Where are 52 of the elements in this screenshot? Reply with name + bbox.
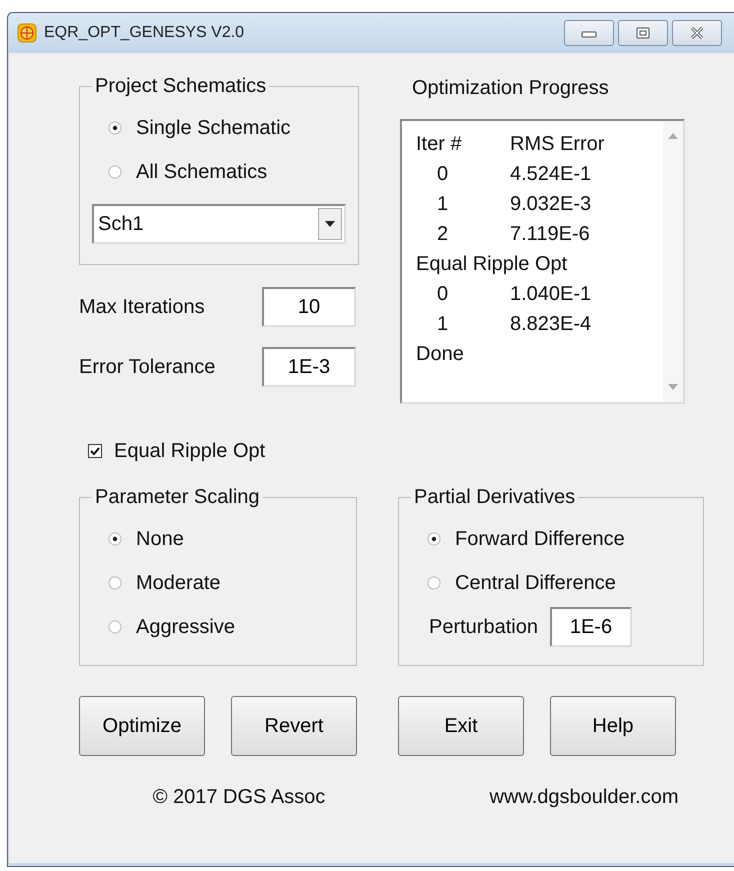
list-text: 2 bbox=[436, 222, 450, 246]
radio-option[interactable]: Moderate bbox=[80, 561, 356, 605]
perturbation-field[interactable]: 1E-6 bbox=[550, 607, 632, 647]
radio-option[interactable]: Forward Difference bbox=[399, 517, 703, 561]
radio-option[interactable]: Central Difference bbox=[399, 561, 703, 605]
maximize-button[interactable] bbox=[618, 20, 668, 46]
list-text: 1 bbox=[436, 312, 450, 336]
field-label: Error Tolerance bbox=[79, 356, 216, 378]
minimize-button[interactable] bbox=[564, 20, 614, 46]
list-text: Done bbox=[416, 342, 464, 366]
list-text: 0 bbox=[436, 162, 450, 186]
close-button[interactable] bbox=[672, 20, 722, 46]
copyright-text: © 2017 DGS Assoc bbox=[152, 786, 326, 809]
radio-icon[interactable] bbox=[108, 165, 122, 179]
radio-icon[interactable] bbox=[108, 121, 122, 135]
list-text: RMS Error bbox=[510, 132, 604, 156]
max-iterations-field[interactable]: 10 bbox=[262, 287, 356, 327]
radio-icon[interactable] bbox=[108, 532, 122, 546]
push-button[interactable]: Help bbox=[550, 696, 676, 756]
radio-option[interactable]: Aggressive bbox=[80, 605, 356, 649]
section-title: Optimization Progress bbox=[411, 77, 610, 101]
list-text: 4.524E-1 bbox=[510, 162, 592, 186]
radio-option[interactable]: Single Schematic bbox=[80, 106, 358, 150]
list-text: Iter # bbox=[416, 132, 463, 156]
window-title: EQR_OPT_GENESYS V2.0 bbox=[44, 24, 244, 42]
field-label: Max Iterations bbox=[79, 296, 205, 318]
list-text: 1.040E-1 bbox=[510, 282, 592, 306]
list-text: 0 bbox=[436, 282, 450, 306]
list-text: 9.032E-3 bbox=[510, 192, 592, 216]
radio-icon[interactable] bbox=[427, 532, 441, 546]
group-title: Partial Derivatives bbox=[413, 486, 576, 509]
group-title: Parameter Scaling bbox=[94, 486, 261, 509]
schematic-dropdown[interactable]: Sch1 bbox=[92, 204, 346, 244]
radio-icon[interactable] bbox=[427, 576, 441, 590]
checkbox-icon[interactable] bbox=[88, 444, 102, 458]
push-button[interactable]: Exit bbox=[398, 696, 524, 756]
list-text: 7.119E-6 bbox=[510, 222, 590, 246]
list-text: 1 bbox=[436, 192, 450, 216]
app-icon bbox=[17, 23, 37, 43]
push-button[interactable]: Revert bbox=[231, 696, 357, 756]
list-text: Equal Ripple Opt bbox=[416, 252, 568, 276]
radio-option[interactable]: All Schematics bbox=[80, 150, 358, 194]
website-link[interactable]: www.dgsboulder.com bbox=[439, 786, 729, 809]
push-button[interactable]: Optimize bbox=[79, 696, 205, 756]
field-label: Perturbation bbox=[429, 616, 538, 638]
list-text: 8.823E-4 bbox=[510, 312, 592, 336]
radio-icon[interactable] bbox=[108, 620, 122, 634]
error-tolerance-field[interactable]: 1E-3 bbox=[262, 347, 356, 387]
group-title: Project Schematics bbox=[94, 75, 268, 98]
checkbox-option[interactable]: Equal Ripple Opt bbox=[88, 436, 266, 466]
radio-icon[interactable] bbox=[108, 576, 122, 590]
radio-option[interactable]: None bbox=[80, 517, 356, 561]
